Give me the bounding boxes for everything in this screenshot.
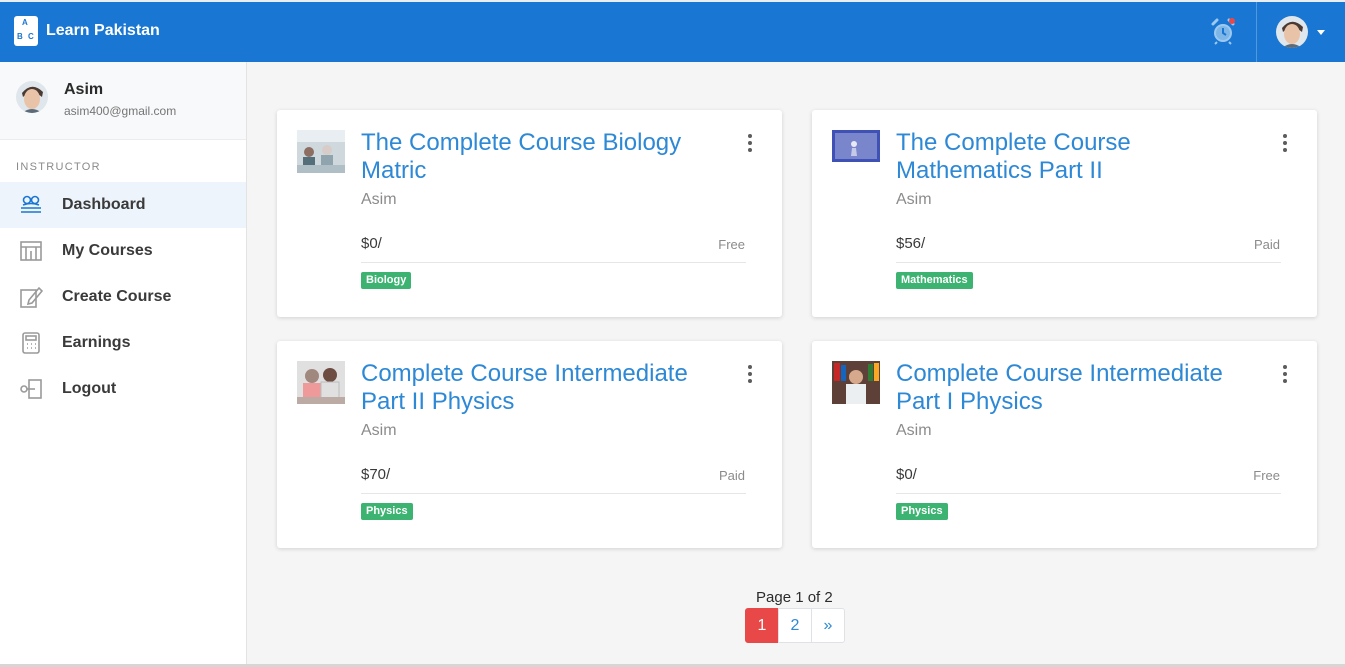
sidebar-section-title: INSTRUCTOR [16,161,101,173]
course-status: Free [718,237,745,252]
category-tag[interactable]: Mathematics [896,272,973,289]
sidebar-item-label: Earnings [62,334,131,351]
sidebar-menu: Dashboard My Courses Create Course Earni… [0,182,246,412]
more-options-icon[interactable] [1282,365,1288,383]
user-avatar[interactable] [1276,16,1308,48]
top-navbar: A B C Learn Pakistan [0,0,1345,62]
sidebar-item-my-courses[interactable]: My Courses [0,228,246,274]
sidebar-item-earnings[interactable]: Earnings [0,320,246,366]
sidebar-item-logout[interactable]: Logout [0,366,246,412]
sidebar-item-label: My Courses [62,242,153,259]
course-price: $0/ [896,466,917,483]
more-options-icon[interactable] [747,365,753,383]
sidebar-item-label: Create Course [62,288,172,305]
divider [361,493,746,494]
logout-icon [19,377,43,401]
sidebar-item-dashboard[interactable]: Dashboard [0,182,246,228]
classroom-thumbnail[interactable] [297,130,345,173]
course-author: Asim [896,191,932,208]
course-title[interactable]: Complete Course Intermediate Part I Phys… [896,360,1246,416]
course-card[interactable]: Complete Course Intermediate Part I Phys… [812,341,1317,548]
library-thumbnail[interactable] [832,361,880,404]
course-author: Asim [896,422,932,439]
sidebar-item-label: Logout [62,380,117,397]
brand-name: Learn Pakistan [46,22,160,39]
category-tag[interactable]: Biology [361,272,412,289]
sidebar-item-create-course[interactable]: Create Course [0,274,246,320]
more-options-icon[interactable] [747,134,753,152]
page-button-2[interactable]: 2 [778,608,812,643]
page-button-1[interactable]: 1 [745,608,779,643]
category-tag[interactable]: Physics [896,503,948,520]
category-tag[interactable]: Physics [361,503,413,520]
logo-letter-c: C [28,32,34,41]
course-card[interactable]: The Complete Course Biology Matric Asim … [277,110,782,317]
course-title[interactable]: Complete Course Intermediate Part II Phy… [361,360,711,416]
sidebar-item-label: Dashboard [62,196,146,213]
course-card[interactable]: Complete Course Intermediate Part II Phy… [277,341,782,548]
navbar-divider [1256,2,1257,62]
course-author: Asim [361,191,397,208]
students-thumbnail[interactable] [297,361,345,404]
dashboard-icon [19,193,43,217]
course-price: $0/ [361,235,382,252]
course-status: Free [1253,468,1280,483]
course-status: Paid [718,468,745,483]
profile-email: asim400@gmail.com [64,104,177,118]
brand[interactable]: A B C Learn Pakistan [14,16,160,46]
course-status: Paid [1253,237,1280,252]
divider [361,262,746,263]
chevron-down-icon[interactable] [1317,30,1325,35]
page-info: Page 1 of 2 [756,589,833,606]
course-title[interactable]: The Complete Course Biology Matric [361,129,711,185]
logo-letter-b: B [17,32,23,41]
courses-icon [19,239,43,263]
screen-thumbnail[interactable] [832,130,880,173]
divider [896,493,1281,494]
brand-logo-icon: A B C [14,16,38,46]
course-card[interactable]: The Complete Course Mathematics Part II … [812,110,1317,317]
avatar [16,81,48,113]
next-page-button[interactable]: » [811,608,845,643]
logo-letter-a: A [22,18,28,27]
alarm-clock-icon[interactable] [1208,16,1238,46]
sidebar: Asim asim400@gmail.com INSTRUCTOR Dashbo… [0,62,247,667]
pagination: 1 2 » [745,608,845,643]
more-options-icon[interactable] [1282,134,1288,152]
divider [896,262,1281,263]
profile-name: Asim [64,81,104,98]
sidebar-profile: Asim asim400@gmail.com [0,62,246,140]
course-price: $56/ [896,235,926,252]
course-title[interactable]: The Complete Course Mathematics Part II [896,129,1246,185]
course-price: $70/ [361,466,391,483]
course-author: Asim [361,422,397,439]
calculator-icon [19,331,43,355]
edit-icon [19,285,43,309]
